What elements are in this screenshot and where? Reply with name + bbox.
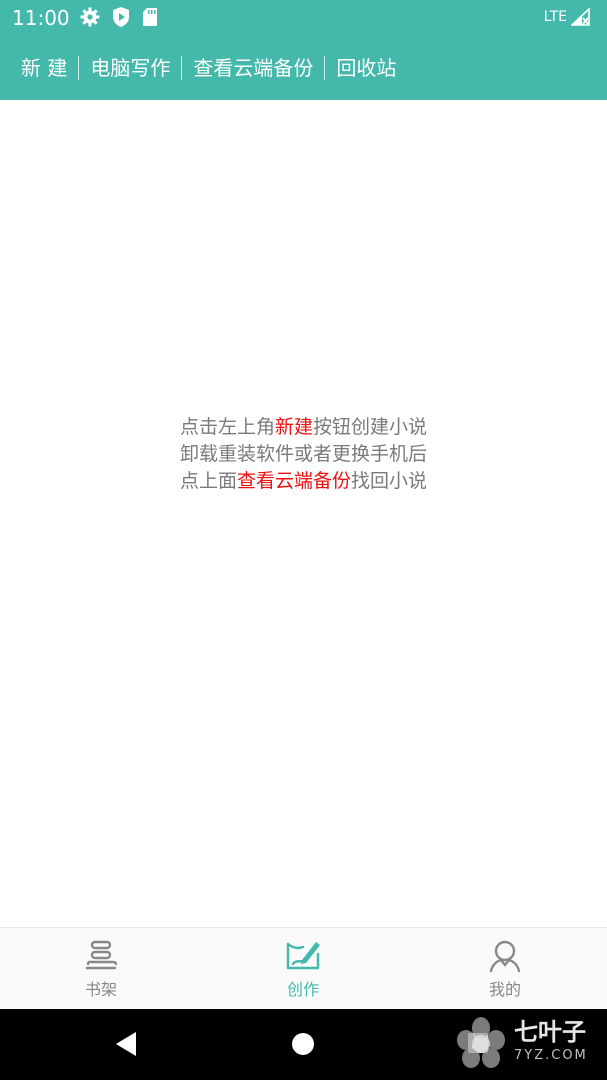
back-icon[interactable] [114, 1031, 138, 1057]
play-protect-icon [113, 7, 129, 27]
message-line-3: 点上面查看云端备份找回小说 [0, 468, 607, 495]
toolbar: 新 建 电脑写作 查看云端备份 回收站 [0, 36, 607, 100]
gear-icon [80, 7, 100, 27]
new-button[interactable]: 新 建 [10, 55, 78, 81]
message-line-1: 点击左上角新建按钮创建小说 [0, 414, 607, 441]
message-highlight-new: 新建 [274, 416, 313, 438]
pc-write-button[interactable]: 电脑写作 [79, 55, 181, 81]
write-icon [286, 942, 320, 970]
sd-card-icon [143, 8, 157, 26]
bottom-nav: 书架 创作 我的 [0, 927, 607, 1009]
message-text: 点击左上角 [179, 416, 275, 438]
message-text: 点上面 [179, 470, 237, 492]
nav-item-create[interactable]: 创作 [202, 928, 404, 1010]
status-icons-left [80, 7, 158, 27]
status-time: 11:00 [12, 6, 70, 30]
home-icon[interactable] [292, 1033, 314, 1055]
recycle-bin-button[interactable]: 回收站 [325, 55, 407, 81]
nav-item-bookshelf[interactable]: 书架 [0, 928, 202, 1010]
cloud-backup-button[interactable]: 查看云端备份 [182, 55, 324, 81]
nav-item-profile[interactable]: 我的 [404, 928, 606, 1010]
message-text: 按钮创建小说 [313, 416, 428, 438]
profile-icon [489, 940, 521, 973]
bookshelf-icon [85, 940, 118, 970]
message-text: 找回小说 [351, 470, 428, 492]
empty-state-message: 点击左上角新建按钮创建小说 卸载重装软件或者更换手机后 点上面查看云端备份找回小… [0, 414, 607, 495]
signal-icon [571, 8, 590, 26]
watermark-text: 七叶子 [514, 1018, 586, 1046]
status-icons-right: LTE [544, 8, 591, 26]
status-bar: 11:00 LTE [0, 0, 607, 36]
watermark-domain: 7YZ.COM [514, 1048, 588, 1063]
message-highlight-cloud: 查看云端备份 [236, 470, 351, 492]
watermark: 七叶子 7YZ.COM [448, 1010, 607, 1080]
leaf-logo-icon [457, 1017, 505, 1068]
message-line-2: 卸载重装软件或者更换手机后 [179, 443, 427, 465]
nav-label-create: 创作 [286, 980, 319, 999]
nav-label-profile: 我的 [488, 980, 521, 999]
network-type: LTE [543, 9, 567, 25]
nav-label-bookshelf: 书架 [84, 980, 117, 999]
